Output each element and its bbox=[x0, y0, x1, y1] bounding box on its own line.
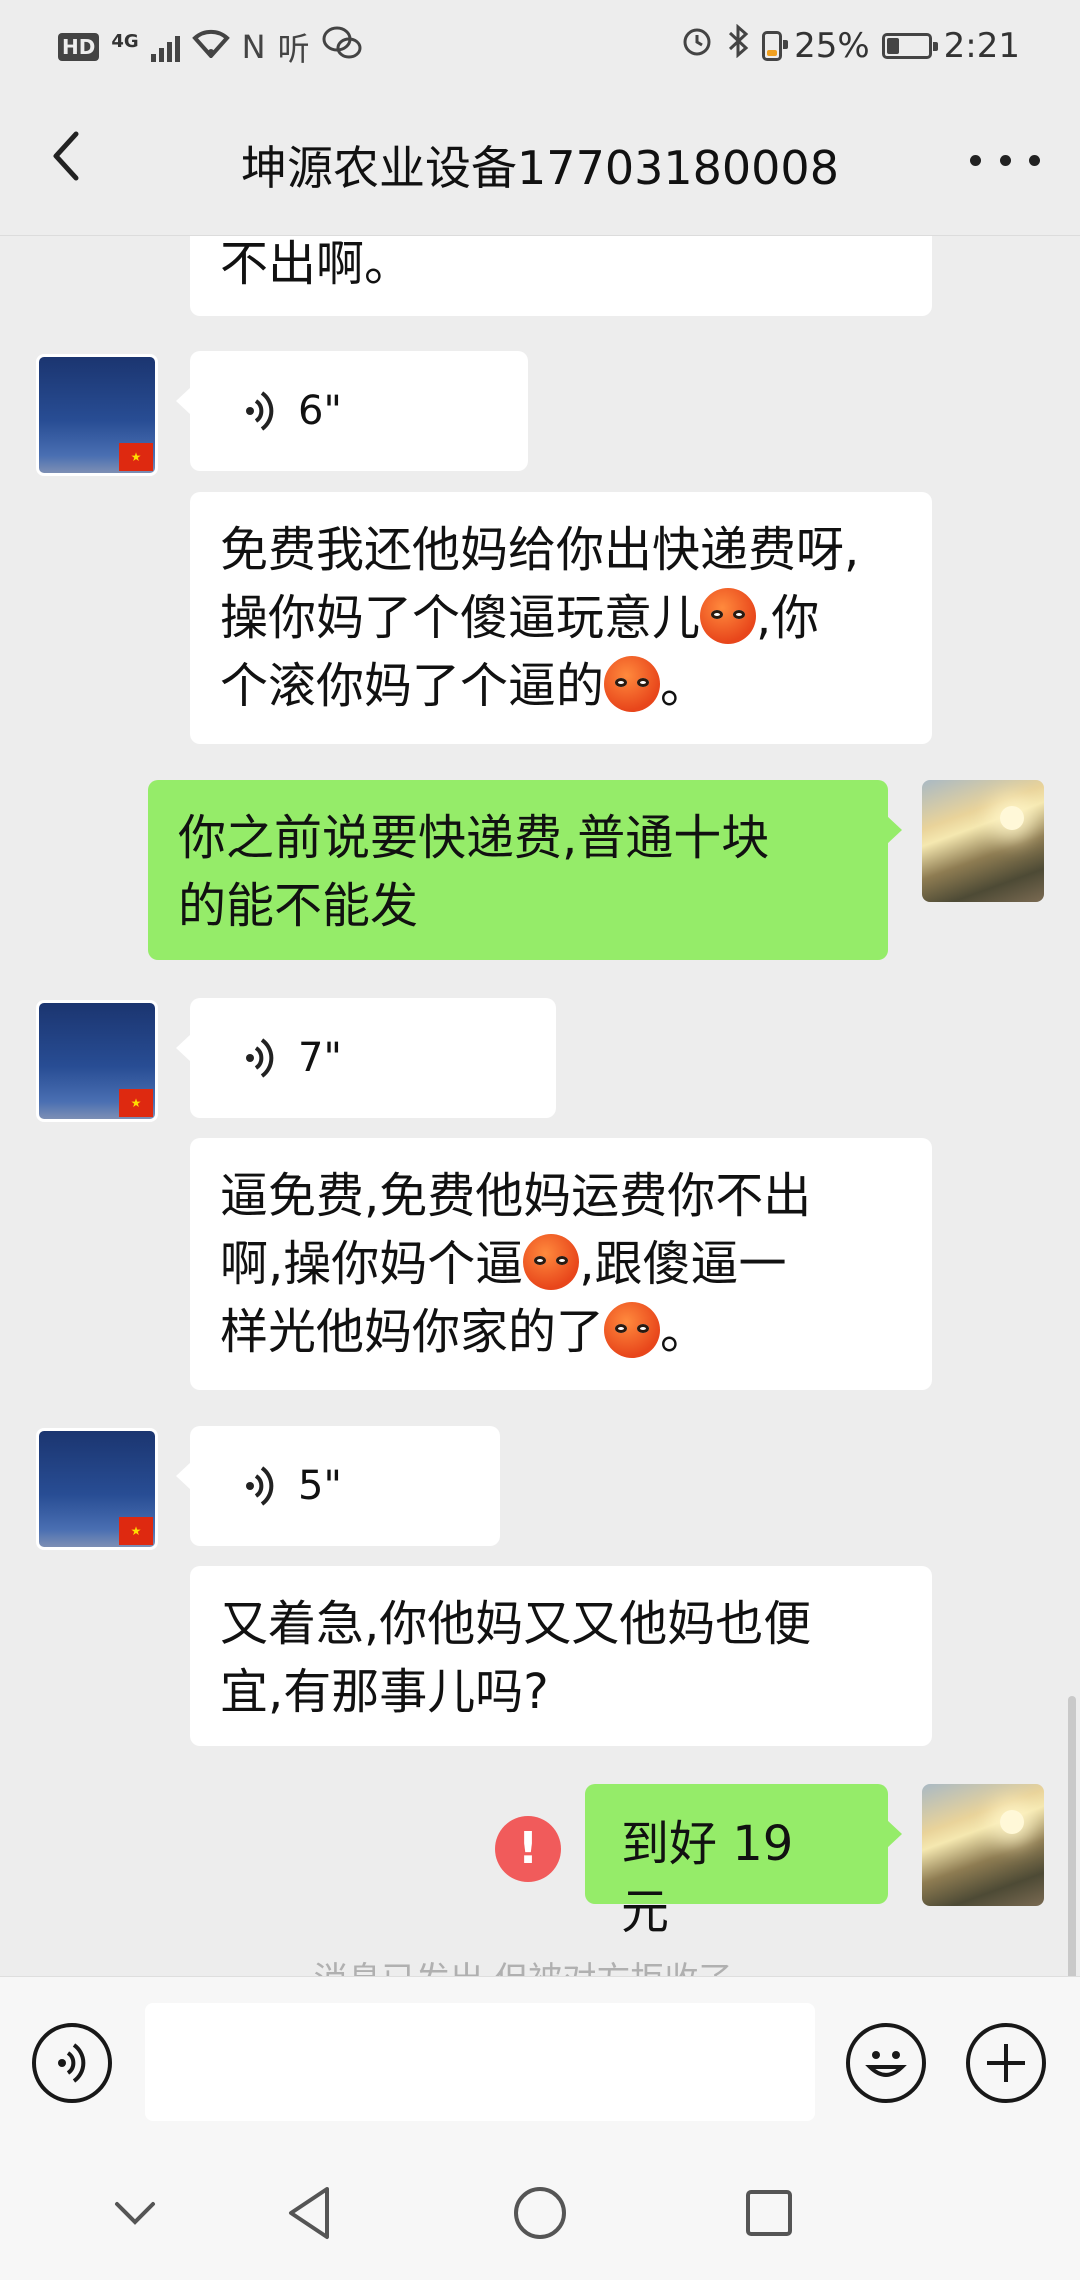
message-text: 到好 19 元 bbox=[621, 1816, 794, 1940]
flag-icon: ★ bbox=[119, 443, 153, 471]
my-avatar[interactable] bbox=[922, 780, 1044, 902]
plus-icon bbox=[987, 2044, 1025, 2082]
send-failed-icon[interactable]: ! bbox=[495, 1816, 561, 1882]
bluetooth-icon bbox=[726, 23, 750, 67]
back-triangle-icon bbox=[289, 2187, 329, 2239]
message-bubble-sent[interactable]: 到好 19 元 bbox=[585, 1784, 902, 1940]
voice-wave-icon bbox=[246, 1038, 274, 1078]
message-text: 又着急,你他妈又又他妈也便 宜,有那事儿吗? bbox=[220, 1596, 812, 1720]
more-functions-button[interactable] bbox=[966, 2023, 1046, 2103]
message-bubble[interactable]: 不出啊。 bbox=[190, 236, 932, 316]
nav-back-button[interactable] bbox=[274, 2178, 344, 2248]
input-bar bbox=[0, 1976, 1080, 2144]
chevron-down-icon bbox=[115, 2202, 155, 2225]
angry-emoji-icon bbox=[604, 1302, 661, 1358]
clock: 2:21 bbox=[943, 25, 1020, 66]
message-bubble[interactable]: 逼免费,免费他妈运费你不出 啊,操你妈个逼 ,跟傻逼一 样光他妈你家的了。 bbox=[190, 1138, 932, 1390]
scrollbar[interactable] bbox=[1068, 1696, 1076, 1976]
message-input[interactable] bbox=[145, 2003, 815, 2121]
recents-square-icon bbox=[746, 2190, 792, 2236]
emoji-icon bbox=[865, 2051, 907, 2077]
hd-icon: HD bbox=[58, 33, 100, 61]
contact-avatar[interactable]: ★ bbox=[36, 1000, 158, 1122]
voice-wave-icon bbox=[246, 1466, 274, 1506]
battery-small-icon bbox=[762, 30, 789, 61]
nav-collapse-button[interactable] bbox=[100, 2178, 170, 2248]
message-text: 你之前说要快递费,普通十块 的能不能发 bbox=[178, 810, 770, 934]
voice-input-icon bbox=[58, 2043, 86, 2083]
nfc-icon: N bbox=[241, 28, 266, 66]
angry-emoji-icon bbox=[700, 588, 757, 644]
message-text: 不出啊。 bbox=[220, 236, 413, 292]
alarm-icon bbox=[680, 24, 714, 67]
wifi-icon bbox=[191, 27, 230, 67]
my-avatar[interactable] bbox=[922, 1784, 1044, 1906]
wechat-icon bbox=[322, 26, 362, 69]
message-bubble[interactable]: 免费我还他妈给你出快递费呀, 操你妈了个傻逼玩意儿 ,你 个滚你妈了个逼的。 bbox=[190, 492, 932, 744]
nav-recents-button[interactable] bbox=[734, 2178, 804, 2248]
voice-duration: 7" bbox=[298, 1035, 342, 1081]
status-right: 25% 2:21 bbox=[680, 23, 1020, 67]
flag-icon: ★ bbox=[119, 1089, 153, 1117]
status-left: HD 4G N 听 bbox=[58, 24, 362, 70]
battery-icon bbox=[881, 32, 938, 59]
message-list[interactable]: 不出啊。 ★ 6" 免费我还他妈给你出快递费呀, 操你妈了个傻逼玩意儿 ,你 个滚你妈… bbox=[0, 236, 1080, 1976]
voice-message[interactable]: 5" bbox=[176, 1426, 500, 1546]
more-dots-icon bbox=[970, 154, 981, 166]
signal-icon bbox=[150, 32, 180, 62]
navigation-bar bbox=[0, 2144, 1080, 2280]
message-text: 免费我还他妈给你出快递费呀, 操你妈了个傻逼玩意儿 ,你 个滚你妈了个逼的。 bbox=[220, 522, 860, 714]
chat-header: 坤源农业设备17703180008 bbox=[0, 92, 1080, 236]
network-type: 4G bbox=[111, 30, 139, 52]
voice-input-button[interactable] bbox=[32, 2023, 112, 2103]
contact-avatar[interactable]: ★ bbox=[36, 1428, 158, 1550]
message-bubble-sent[interactable]: 你之前说要快递费,普通十块 的能不能发 bbox=[148, 780, 902, 960]
contact-avatar[interactable]: ★ bbox=[36, 354, 158, 476]
message-text: 逼免费,免费他妈运费你不出 啊,操你妈个逼 ,跟傻逼一 样光他妈你家的了。 bbox=[220, 1168, 812, 1360]
voice-duration: 6" bbox=[298, 388, 342, 434]
status-bar: HD 4G N 听 25% 2:21 bbox=[0, 0, 1080, 92]
emoji-button[interactable] bbox=[846, 2023, 926, 2103]
listen-icon: 听 bbox=[277, 30, 310, 68]
voice-message[interactable]: 7" bbox=[176, 998, 556, 1118]
voice-message[interactable]: 6" bbox=[176, 351, 528, 471]
chat-title: 坤源农业设备17703180008 bbox=[241, 141, 839, 195]
nav-home-button[interactable] bbox=[505, 2178, 575, 2248]
home-circle-icon bbox=[514, 2187, 566, 2239]
angry-emoji-icon bbox=[523, 1234, 580, 1290]
system-notice: 消息已发出,但被对方拒收了。 bbox=[0, 1952, 1080, 1976]
voice-duration: 5" bbox=[298, 1463, 342, 1509]
angry-emoji-icon bbox=[604, 656, 661, 712]
voice-wave-icon bbox=[246, 391, 274, 431]
message-bubble[interactable]: 又着急,你他妈又又他妈也便 宜,有那事儿吗? bbox=[190, 1566, 932, 1746]
battery-percent: 25% bbox=[794, 25, 870, 66]
more-button[interactable] bbox=[970, 150, 1040, 170]
flag-icon: ★ bbox=[119, 1517, 153, 1545]
